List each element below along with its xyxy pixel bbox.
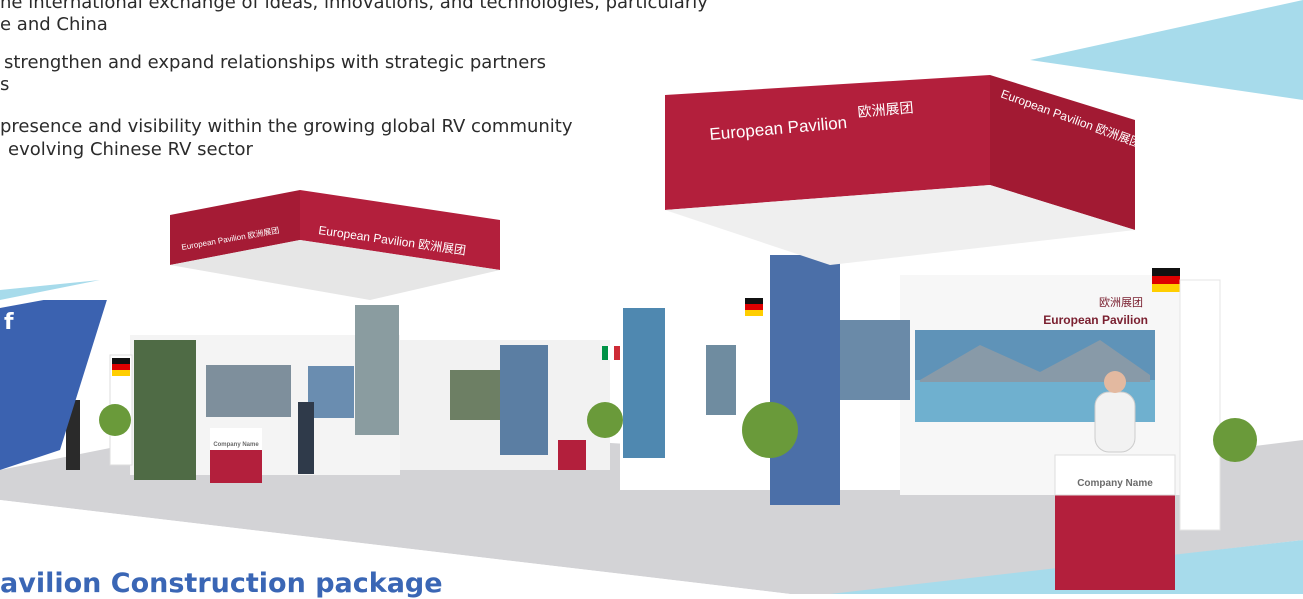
flag-de-right-red [1152,276,1180,284]
mountain-panel-small [308,366,354,418]
bullet-line-6: evolving Chinese RV sector [8,139,253,160]
plant-right [1213,418,1257,462]
person-hostess [1094,391,1136,453]
callout-letter: f [4,310,14,335]
mountain-panel-tall [355,305,399,435]
forest-panel [134,340,196,480]
road-panel [770,255,840,505]
person-man [298,402,314,474]
bullet-line-2: e and China [0,14,108,35]
wall-label: European Pavilion [1043,313,1148,327]
right-desk-top [1054,454,1176,496]
bullet-line-4: s [0,74,10,95]
right-pillar [1179,279,1221,531]
bullet-line-3: strengthen and expand relationships with… [4,52,547,73]
flag-de-middle-gold [745,310,763,316]
flag-de-left-black [112,358,130,364]
bullet-line-1: he international exchange of ideas, inno… [0,0,708,13]
plant-mid [587,402,623,438]
plant-center [742,402,798,458]
flag-it-white [608,346,614,360]
top-right-triangle [1030,0,1303,100]
callout-shape [0,300,107,470]
flag-it-green [602,346,608,360]
small-lake-panel [706,345,736,415]
screen-landscape [206,365,291,417]
flag-de-right-gold [1152,284,1180,292]
middle-counter [558,440,586,470]
intro-bullets: he international exchange of ideas, inno… [0,0,790,170]
flag-it-red [614,346,620,360]
mountain-lake-panel [623,308,665,458]
callout-blue [0,300,107,470]
person-hostess-head [1104,371,1126,393]
middle-panel [500,345,548,455]
flag-de-middle-red [745,304,763,310]
bullet-line-5: presence and visibility within the growi… [0,116,573,137]
left-desk-company: Company Name [213,442,259,448]
flag-de-middle-black [745,298,763,304]
right-screen [840,320,910,400]
flag-de-right-black [1152,268,1180,276]
flag-de-left-red [112,364,130,370]
wall-cn: 欧洲展团 [1099,296,1143,309]
middle-screen [450,370,500,420]
right-desk-company: Company Name [1077,478,1153,489]
callout-edge [0,280,100,300]
section-heading: avilion Construction package [0,568,443,599]
flag-de-left-gold [112,370,130,376]
